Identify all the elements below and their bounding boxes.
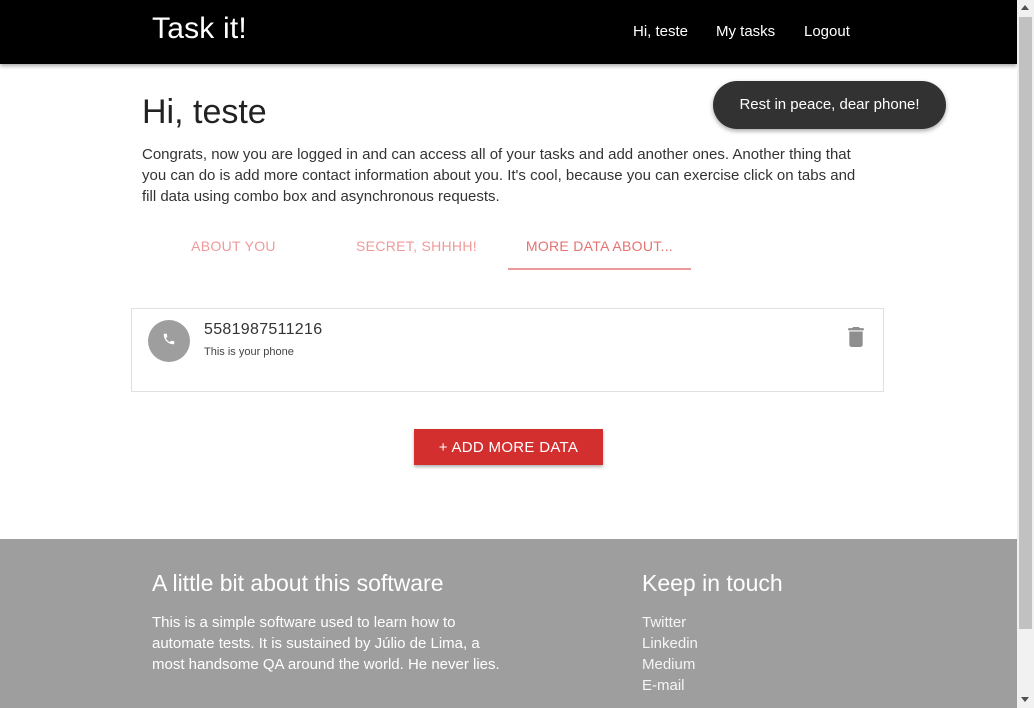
profile-tabs: About you Secret, shhhh! More data about… — [142, 222, 874, 270]
tab-more-data[interactable]: More data about... — [508, 222, 691, 270]
nav-my-tasks-link[interactable]: My tasks — [716, 0, 775, 64]
email-link[interactable]: E-mail — [642, 677, 685, 694]
tab-secret[interactable]: Secret, shhhh! — [325, 222, 508, 270]
phone-icon — [162, 332, 176, 351]
add-more-data-button[interactable]: + Add more data — [414, 429, 603, 465]
tab-about-you[interactable]: About you — [142, 222, 325, 270]
contact-avatar — [148, 320, 190, 362]
scroll-up-icon[interactable] — [1021, 5, 1029, 10]
delete-icon[interactable] — [847, 327, 865, 347]
contact-value: 5581987511216 — [204, 321, 323, 338]
page-footer: A little bit about this software This is… — [0, 539, 1017, 708]
linkedin-link[interactable]: Linkedin — [642, 635, 698, 652]
footer-link-item: Medium — [642, 654, 698, 675]
footer-contact-title: Keep in touch — [642, 570, 783, 596]
nav-logout-link[interactable]: Logout — [804, 0, 850, 64]
footer-link-item: Linkedin — [642, 633, 698, 654]
scroll-thumb[interactable] — [1019, 17, 1032, 629]
twitter-link[interactable]: Twitter — [642, 614, 686, 631]
footer-about-title: A little bit about this software — [152, 570, 444, 596]
footer-links-list: Twitter Linkedin Medium E-mail — [642, 612, 698, 696]
active-tab-indicator — [508, 268, 691, 270]
footer-link-item: Twitter — [642, 612, 698, 633]
contact-card: 5581987511216 This is your phone — [131, 308, 884, 392]
nav-greeting-link[interactable]: Hi, teste — [633, 0, 688, 64]
footer-about-text: This is a simple software used to learn … — [152, 614, 500, 673]
toast-message: Rest in peace, dear phone! — [713, 81, 946, 129]
footer-link-item: E-mail — [642, 675, 698, 696]
brand-logo[interactable]: Task it! — [152, 12, 247, 46]
intro-paragraph: Congrats, now you are logged in and can … — [142, 146, 856, 205]
scroll-down-icon[interactable] — [1021, 697, 1029, 702]
vertical-scrollbar[interactable] — [1017, 0, 1034, 708]
contact-description: This is your phone — [204, 346, 294, 358]
top-navbar: Task it! Hi, teste My tasks Logout — [0, 0, 1017, 64]
medium-link[interactable]: Medium — [642, 656, 695, 673]
